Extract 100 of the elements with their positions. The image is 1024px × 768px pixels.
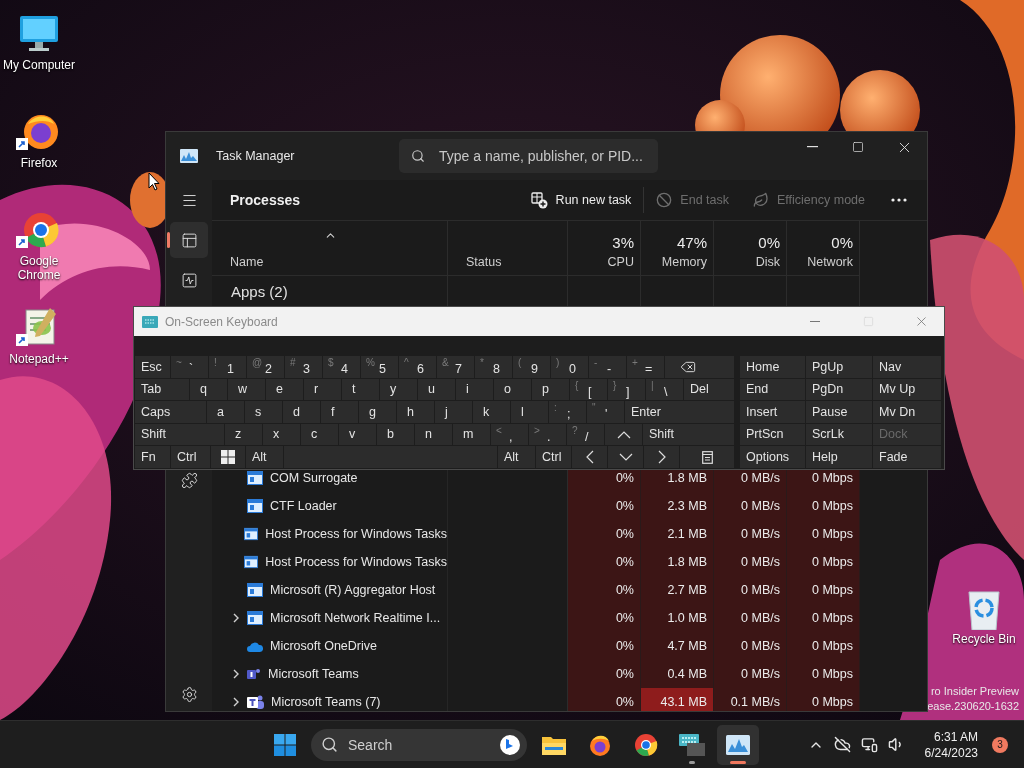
icon-label[interactable]: Notepad++ — [1, 352, 77, 366]
key[interactable]: e — [266, 378, 303, 401]
key[interactable]: v — [339, 423, 376, 446]
key[interactable]: @ 2 — [247, 356, 284, 378]
key[interactable]: Fade — [873, 446, 941, 468]
key[interactable]: Mv Dn — [873, 401, 941, 423]
column-header[interactable]: 47% Memory — [641, 221, 714, 276]
key[interactable]: Shift — [135, 423, 224, 446]
key[interactable]: ) 0 — [551, 356, 588, 378]
key[interactable]: l — [511, 401, 548, 423]
run-task-button[interactable]: Run new task — [518, 185, 644, 215]
key[interactable]: : ; — [549, 401, 586, 423]
key[interactable]: s — [245, 401, 282, 423]
column-header[interactable]: 0% Disk — [714, 221, 787, 276]
cloud-off-icon[interactable] — [833, 736, 851, 753]
key[interactable]: Alt — [246, 446, 283, 468]
key[interactable]: j — [435, 401, 472, 423]
key[interactable]: PgUp — [806, 356, 872, 378]
key[interactable]: Nav — [873, 356, 941, 378]
key[interactable]: Help — [806, 446, 872, 468]
clock-time[interactable]: 6:31 AM — [933, 728, 978, 745]
taskbar-app-button[interactable] — [717, 724, 759, 765]
expand-chevron-icon[interactable] — [233, 669, 239, 679]
key[interactable]: x — [263, 423, 300, 446]
key[interactable]: Shift — [643, 423, 734, 446]
key[interactable]: b — [377, 423, 414, 446]
key[interactable]: m — [453, 423, 490, 446]
key[interactable]: PgDn — [806, 378, 872, 401]
key[interactable] — [665, 356, 734, 378]
key[interactable]: Enter — [625, 401, 734, 423]
key[interactable]: i — [456, 378, 493, 401]
key[interactable]: Options — [740, 446, 805, 468]
key[interactable]: % 5 — [361, 356, 398, 378]
notification-badge[interactable]: 3 — [992, 736, 1008, 753]
key[interactable]: ? / — [567, 423, 604, 446]
key[interactable]: h — [397, 401, 434, 423]
key[interactable]: r — [304, 378, 341, 401]
key[interactable]: Home — [740, 356, 805, 378]
key[interactable]: a — [207, 401, 244, 423]
search-field[interactable]: Search — [311, 728, 527, 761]
key[interactable]: * 8 — [475, 356, 512, 378]
key[interactable]: + = — [627, 356, 664, 378]
key[interactable]: End — [740, 378, 805, 401]
key[interactable]: ~ ` — [171, 356, 208, 378]
key[interactable]: $ 4 — [323, 356, 360, 378]
key[interactable]: Alt — [498, 446, 535, 468]
key[interactable]: f — [321, 401, 358, 423]
key[interactable]: Mv Up — [873, 378, 941, 401]
key[interactable]: Ctrl — [171, 446, 210, 468]
key[interactable]: > . — [529, 423, 566, 446]
key[interactable]: ScrLk — [806, 423, 872, 446]
key[interactable]: u — [418, 378, 455, 401]
key[interactable]: n — [415, 423, 452, 446]
expand-chevron-icon[interactable] — [233, 697, 239, 707]
key[interactable]: d — [283, 401, 320, 423]
key[interactable]: < , — [491, 423, 528, 446]
column-header[interactable]: Name — [212, 221, 448, 276]
key[interactable]: & 7 — [437, 356, 474, 378]
key[interactable]: y — [380, 378, 417, 401]
key[interactable]: t — [342, 378, 379, 401]
clock-date[interactable]: 6/24/2023 — [924, 744, 978, 761]
key[interactable]: c — [301, 423, 338, 446]
key[interactable]: { [ — [570, 378, 607, 401]
expand-chevron-icon[interactable] — [233, 613, 239, 623]
key[interactable]: } ] — [608, 378, 645, 401]
key[interactable]: z — [225, 423, 262, 446]
key[interactable]: | \ — [646, 378, 683, 401]
icon-label[interactable]: My Computer — [1, 58, 77, 72]
column-header[interactable]: 3% CPU — [568, 221, 641, 276]
key[interactable]: Tab — [135, 378, 189, 401]
key[interactable]: # 3 — [285, 356, 322, 378]
key[interactable]: ( 9 — [513, 356, 550, 378]
trash-bin-icon[interactable] — [967, 590, 1001, 630]
icon-label[interactable]: Recycle Bin — [946, 632, 1022, 646]
column-header[interactable]: Status — [448, 221, 568, 276]
key[interactable]: - - — [589, 356, 626, 378]
key[interactable]: PrtScn — [740, 423, 805, 446]
key[interactable]: Del — [684, 378, 734, 401]
key[interactable] — [680, 446, 734, 468]
key[interactable]: k — [473, 401, 510, 423]
key[interactable]: Fn — [135, 446, 170, 468]
key[interactable]: " ' — [587, 401, 624, 423]
grid-nav-item[interactable] — [170, 222, 208, 258]
key[interactable]: ! 1 — [209, 356, 246, 378]
icon-label[interactable]: Firefox — [1, 156, 77, 170]
key[interactable]: g — [359, 401, 396, 423]
network-icon[interactable] — [860, 736, 878, 753]
key[interactable]: ^ 6 — [399, 356, 436, 378]
key[interactable]: Pause — [806, 401, 872, 423]
key[interactable]: q — [190, 378, 227, 401]
key[interactable]: Caps — [135, 401, 206, 423]
key[interactable] — [211, 446, 245, 468]
key[interactable]: Insert — [740, 401, 805, 423]
key[interactable]: o — [494, 378, 531, 401]
key[interactable]: w — [228, 378, 265, 401]
key[interactable]: Ctrl — [536, 446, 571, 468]
key[interactable]: p — [532, 378, 569, 401]
column-header[interactable]: 0% Network — [787, 221, 860, 276]
icon-label[interactable]: Google Chrome — [1, 254, 77, 282]
search-field[interactable]: Type a name, publisher, or PID... — [399, 139, 658, 173]
